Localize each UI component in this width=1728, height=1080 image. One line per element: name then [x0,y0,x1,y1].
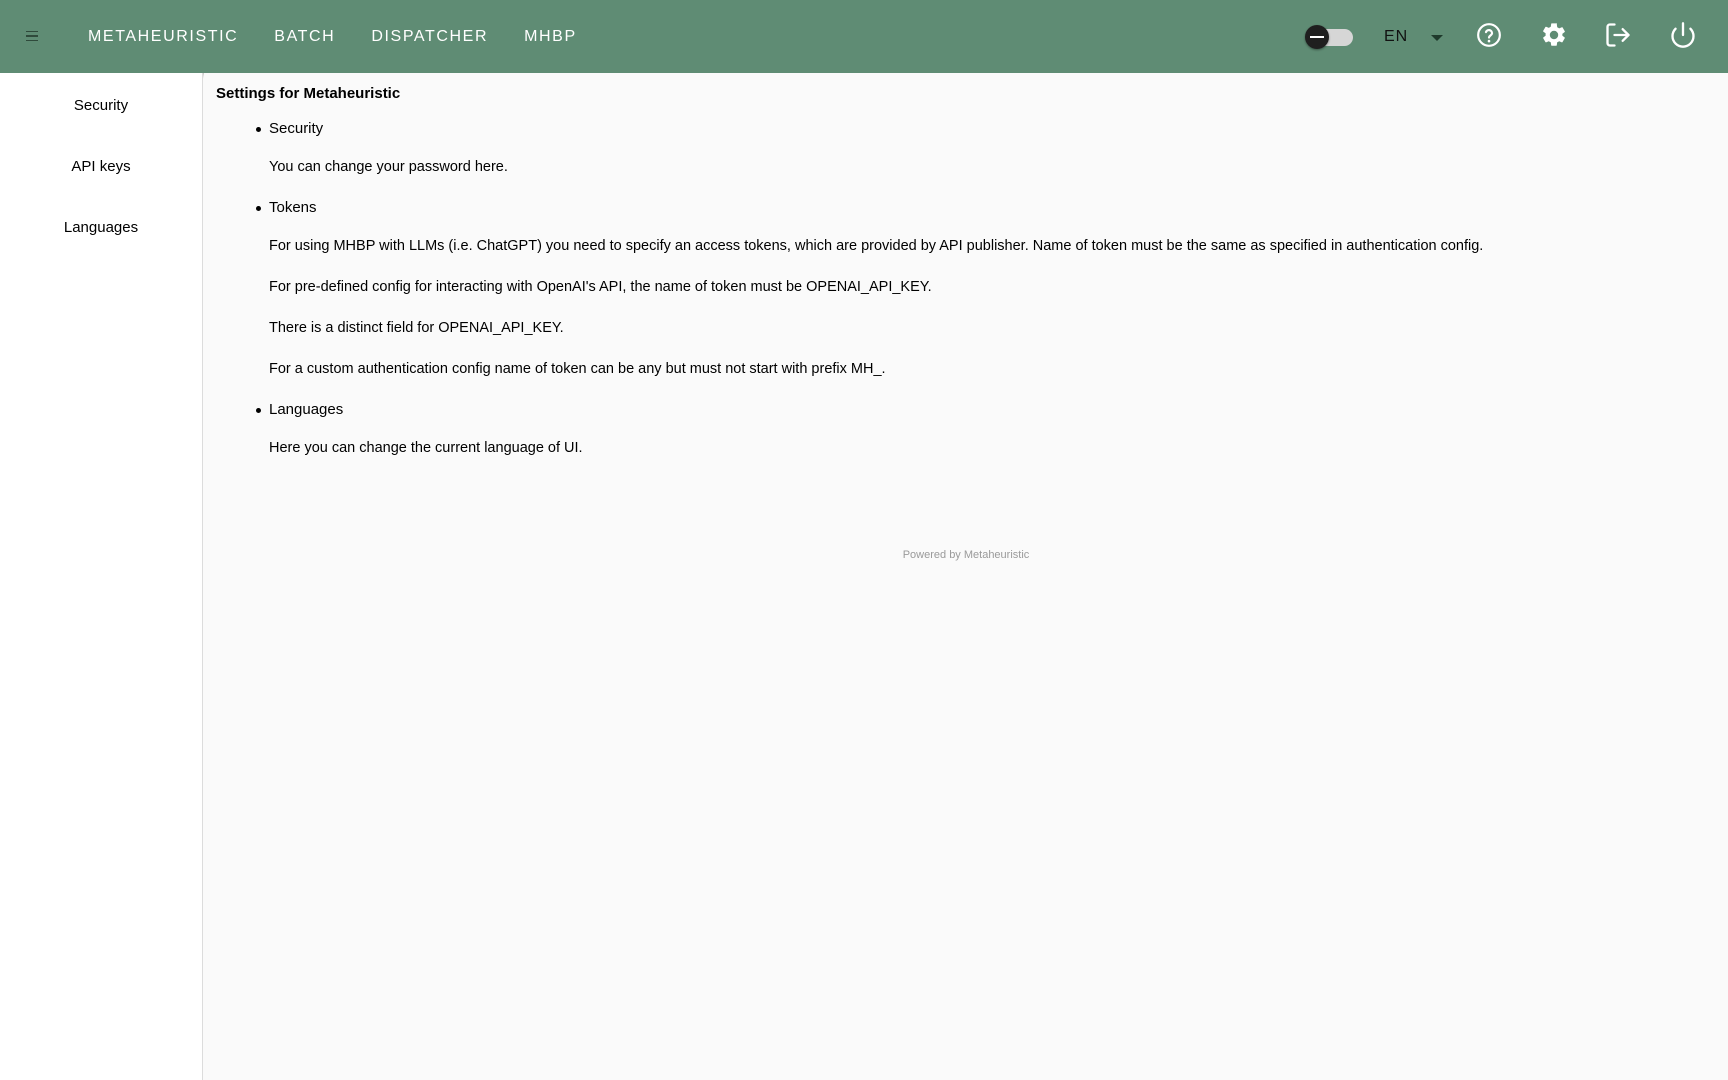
nav-mhbp[interactable]: MHBP [506,20,595,54]
nav-dispatcher[interactable]: Dispatcher [353,20,506,54]
logout-icon[interactable] [1603,20,1633,50]
language-select[interactable]: EN [1384,22,1450,52]
section-paragraph: There is a distinct field for OPENAI_API… [269,320,564,336]
page-title: Settings for Metaheuristic [216,85,401,102]
side-nav: Security API keys Languages [0,73,203,1080]
main-nav: Metaheuristic Batch Dispatcher MHBP [70,0,595,73]
sidebar-item-api-keys[interactable]: API keys [0,136,202,197]
section-paragraph: For pre-defined config for interacting w… [269,279,932,295]
top-toolbar: Metaheuristic Batch Dispatcher MHBP EN [0,0,1728,73]
section-heading: Tokens [256,199,1728,216]
chevron-down-icon [1431,35,1443,41]
powered-by-footer: Powered by Metaheuristic [902,549,1030,561]
section-paragraph: For using MHBP with LLMs (i.e. ChatGPT) … [269,238,1484,254]
settings-sections: Security You can change your password he… [216,120,1728,457]
main-content: Settings for Metaheuristic Security You … [204,73,1728,1080]
power-icon[interactable] [1668,20,1698,50]
help-circle-icon[interactable] [1474,20,1504,50]
toggle-thumb [1305,25,1329,49]
section-security: Security You can change your password he… [256,120,1728,176]
theme-toggle[interactable] [1303,25,1355,49]
sidebar-item-languages[interactable]: Languages [0,197,202,258]
section-paragraph: Here you can change the current language… [269,440,583,456]
sidebar-item-security[interactable]: Security [0,75,202,136]
gear-icon[interactable] [1539,20,1569,50]
menu-icon[interactable] [22,24,44,48]
section-heading: Languages [256,401,1728,418]
nav-metaheuristic[interactable]: Metaheuristic [70,20,256,54]
language-value: EN [1384,28,1409,45]
section-paragraph: You can change your password here. [269,159,508,175]
section-tokens: Tokens For using MHBP with LLMs (i.e. Ch… [256,199,1728,378]
section-heading: Security [256,120,1728,137]
nav-batch[interactable]: Batch [256,20,353,54]
section-paragraph: For a custom authentication config name … [269,361,886,377]
section-languages: Languages Here you can change the curren… [256,401,1728,457]
